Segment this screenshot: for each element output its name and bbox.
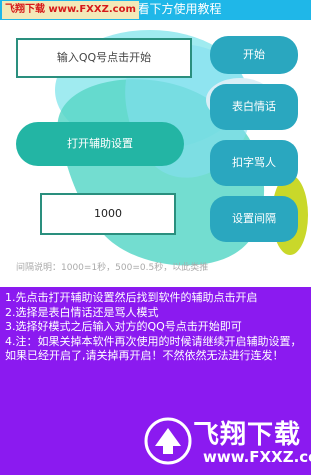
instruction-item: 3.选择好模式之后输入对方的QQ号点击开始即可 bbox=[5, 320, 242, 333]
open-assist-settings-button[interactable]: 打开辅助设置 bbox=[16, 122, 184, 166]
logo-word: 飞翔下载 bbox=[193, 420, 302, 450]
instruction-item: 2.选择是表白情话还是骂人模式 bbox=[5, 305, 159, 319]
instruction-item: 4.注：如果关掉本软件再次使用的时候请继续开启辅助设置，如果已经开启了,请关掉再… bbox=[5, 334, 302, 363]
title-bar: 译讲砌戏看下方使用教程 飞翔下载 www.FXXZ.com bbox=[0, 0, 311, 20]
interval-input[interactable]: 1000 bbox=[40, 193, 176, 235]
logo-icon bbox=[144, 417, 192, 465]
qq-number-input[interactable]: 输入QQ号点击开始 bbox=[16, 38, 192, 78]
biaobai-mode-button[interactable]: 表白情话 bbox=[210, 84, 298, 130]
site-logo: 飞翔下载 www.FXXZ.com bbox=[143, 410, 320, 472]
start-button[interactable]: 开始 bbox=[210, 36, 298, 74]
set-interval-button[interactable]: 设置间隔 bbox=[210, 196, 298, 242]
logo-url: www.FXXZ.com bbox=[203, 448, 320, 466]
interval-note: 间隔说明：1000=1秒，500=0.5秒，以此类推 bbox=[16, 263, 209, 273]
instruction-item: 1.先点击打开辅助设置然后找到软件的辅助点击开启 bbox=[5, 291, 258, 304]
instructions-text: 1.先点击打开辅助设置然后找到软件的辅助点击开启 2.选择是表白情话还是骂人模式… bbox=[5, 291, 305, 364]
kouzi-mode-button[interactable]: 扣字骂人 bbox=[210, 140, 298, 186]
watermark-logo: 飞翔下载 www.FXXZ.com bbox=[2, 1, 139, 19]
